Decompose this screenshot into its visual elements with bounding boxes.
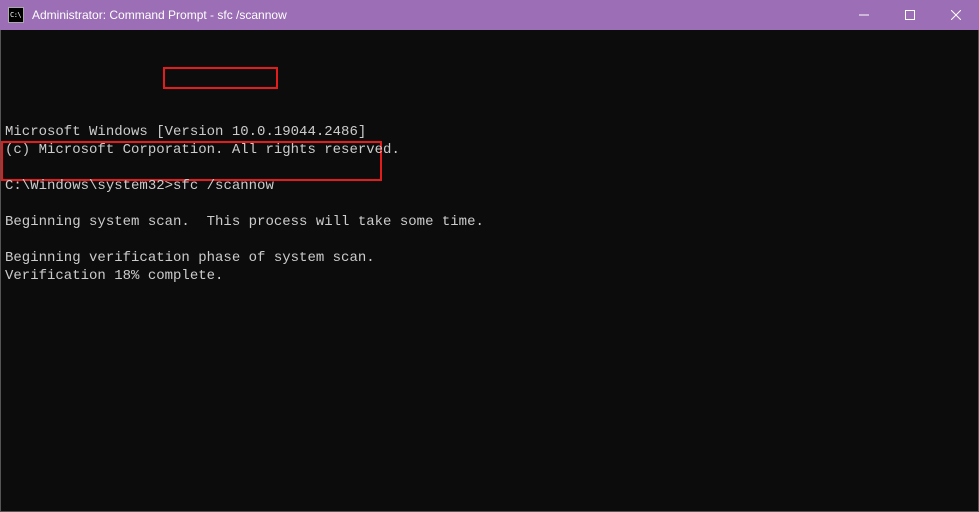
output-line: Beginning system scan. This process will… [5,214,484,230]
prompt-line: C:\Windows\system32>sfc /scannow [5,178,274,194]
output-line: Beginning verification phase of system s… [5,250,375,266]
titlebar[interactable]: C:\ Administrator: Command Prompt - sfc … [0,0,979,30]
minimize-button[interactable] [841,0,887,30]
maximize-button[interactable] [887,0,933,30]
output-line: Verification 18% complete. [5,268,223,284]
window-title: Administrator: Command Prompt - sfc /sca… [32,8,841,22]
entered-command: sfc /scannow [173,178,274,194]
close-button[interactable] [933,0,979,30]
command-prompt-window: C:\ Administrator: Command Prompt - sfc … [0,0,979,512]
output-line: (c) Microsoft Corporation. All rights re… [5,142,400,158]
output-line: Microsoft Windows [Version 10.0.19044.24… [5,124,366,140]
window-controls [841,0,979,30]
cmd-icon: C:\ [8,7,24,23]
terminal-area[interactable]: Microsoft Windows [Version 10.0.19044.24… [0,30,979,512]
prompt-path: C:\Windows\system32> [5,178,173,194]
highlight-command [163,67,278,89]
